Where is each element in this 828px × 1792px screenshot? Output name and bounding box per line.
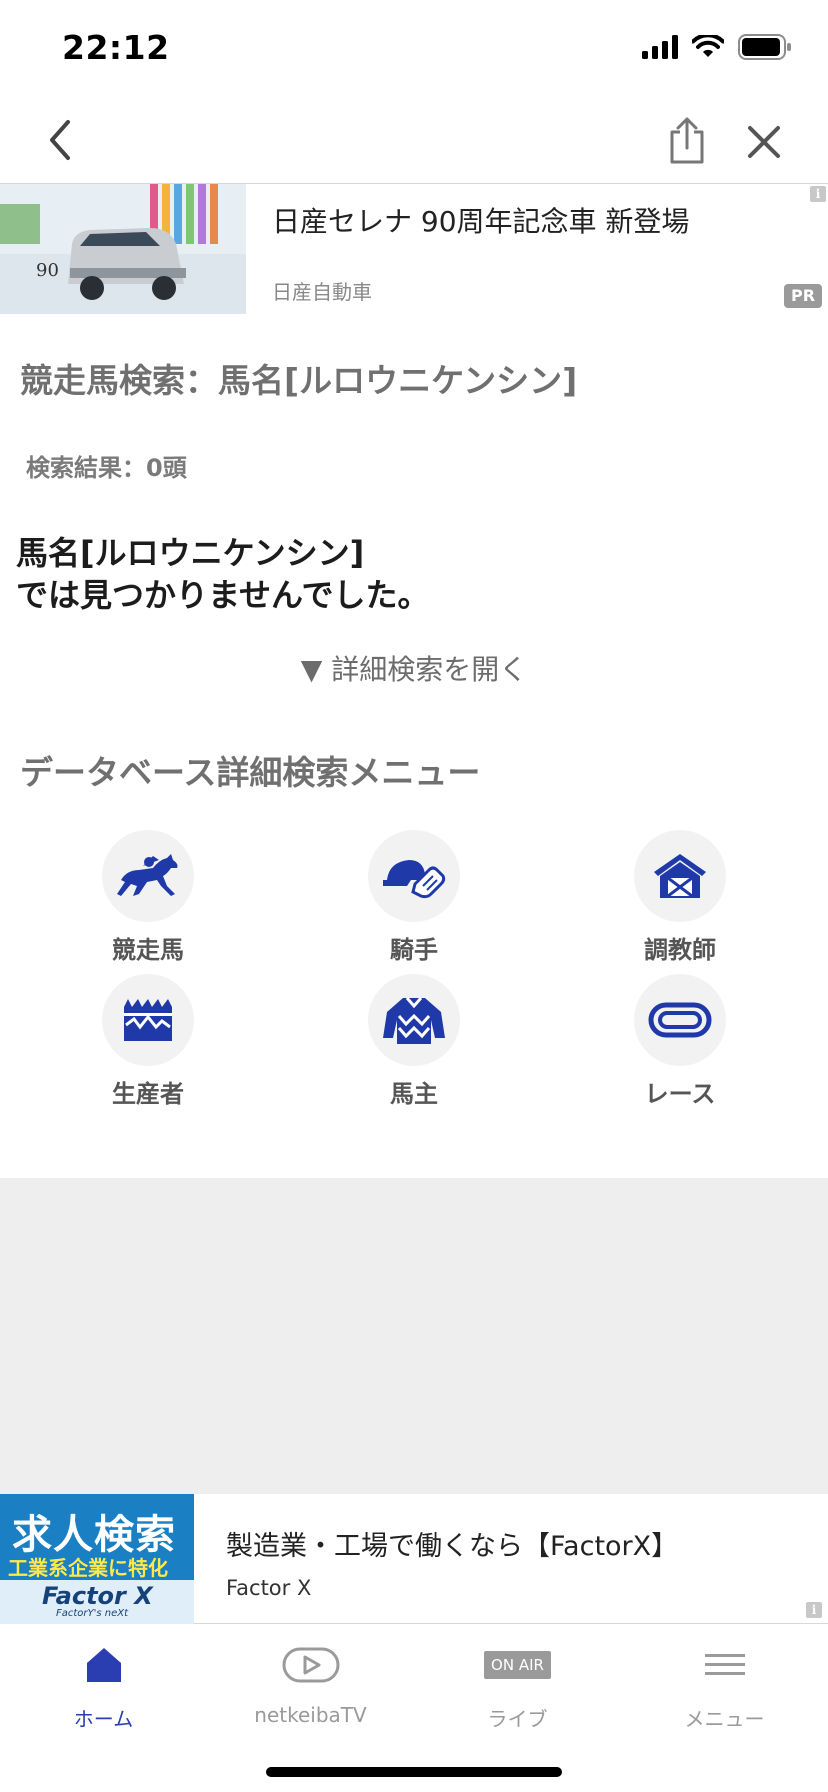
open-detail-search-toggle[interactable]: ▼ 詳細検索を開く	[0, 648, 828, 688]
db-item-label: 調教師	[644, 936, 716, 964]
tab-label: ホーム	[73, 1707, 134, 1731]
wifi-icon	[692, 35, 724, 57]
db-item-racehorse[interactable]: 競走馬	[58, 830, 238, 965]
tab-home[interactable]: ホーム	[0, 1641, 207, 1732]
home-indicator[interactable]	[266, 1767, 562, 1777]
db-item-jockey[interactable]: 騎手	[324, 830, 504, 965]
ad-thumb-sub: FactorY's neXt	[56, 1608, 129, 1619]
db-item-label: 生産者	[112, 1080, 184, 1108]
signal-icon	[642, 35, 678, 59]
tab-label: ライブ	[487, 1707, 548, 1731]
tab-menu[interactable]: メニュー	[621, 1641, 828, 1732]
car-illustration: 90	[0, 184, 246, 314]
menu-icon	[704, 1654, 745, 1675]
db-item-label: 競走馬	[112, 936, 184, 964]
share-icon	[670, 117, 704, 164]
share-button[interactable]	[664, 114, 710, 166]
silks-icon	[383, 997, 445, 1044]
db-item-race[interactable]: レース	[590, 974, 770, 1109]
page-title: 競走馬検索：馬名[ルロウニケンシン]	[20, 361, 578, 400]
top-ad-sponsor: 日産自動車	[272, 280, 372, 304]
stable-icon	[654, 854, 706, 898]
jockey-icon	[383, 860, 446, 899]
ad-thumb-mark: 90	[36, 260, 59, 281]
not-found-line-2: では見つかりませんでした。	[16, 576, 430, 614]
ad-info-icon[interactable]: i	[806, 1602, 822, 1618]
back-button[interactable]	[40, 114, 84, 166]
db-item-label: レース	[644, 1080, 716, 1108]
chevron-left-icon	[50, 120, 70, 160]
farm-icon	[124, 999, 172, 1041]
not-found-message: 馬名[ルロウニケンシン] では見つかりませんでした。	[16, 532, 429, 616]
battery-icon	[738, 34, 791, 60]
tab-netkeibatv[interactable]: netkeibaTV	[207, 1641, 414, 1727]
empty-content-area	[0, 1178, 828, 1494]
on-air-icon: ON AIR	[484, 1651, 551, 1679]
ad-thumb-brand: Factor X	[42, 1582, 153, 1610]
top-ad-banner[interactable]: 90 日産セレナ 90周年記念車 新登場 日産自動車 PR i	[0, 184, 828, 314]
db-item-trainer[interactable]: 調教師	[590, 830, 770, 965]
ad-info-icon[interactable]: i	[810, 186, 826, 202]
search-result-count: 検索結果：0頭	[26, 454, 187, 482]
ad-car-image: 90	[0, 184, 246, 314]
bottom-ad-sponsor: Factor X	[226, 1576, 312, 1600]
ad-factorx-image: 求人検索 工業系企業に特化 Factor X FactorY's neXt	[0, 1494, 194, 1624]
bottom-ad-title[interactable]: 製造業・工場で働くなら【FactorX】	[226, 1524, 678, 1563]
home-icon	[86, 1648, 121, 1682]
not-found-line-1: 馬名[ルロウニケンシン]	[16, 534, 365, 572]
status-time: 22:12	[62, 28, 170, 67]
play-icon	[282, 1647, 339, 1683]
status-bar: 22:12	[0, 0, 828, 96]
tab-label: メニュー	[684, 1707, 765, 1731]
close-button[interactable]	[744, 116, 784, 164]
db-item-owner[interactable]: 馬主	[324, 974, 504, 1109]
ad-thumb-tagline: 工業系企業に特化	[8, 1556, 168, 1580]
db-item-breeder[interactable]: 生産者	[58, 974, 238, 1109]
close-icon	[748, 126, 780, 158]
db-item-label: 騎手	[390, 936, 438, 964]
tab-live[interactable]: ON AIR ライブ	[414, 1641, 621, 1732]
status-icons	[642, 34, 792, 60]
database-menu-heading: データベース詳細検索メニュー	[20, 753, 481, 792]
bottom-ad-banner[interactable]: 求人検索 工業系企業に特化 Factor X FactorY's neXt 製造…	[0, 1494, 828, 1624]
racehorse-icon	[117, 854, 178, 896]
db-item-label: 馬主	[390, 1080, 438, 1108]
tab-label: netkeibaTV	[254, 1703, 367, 1727]
nav-bar	[0, 96, 828, 184]
racecourse-icon	[648, 1002, 712, 1038]
top-ad-title[interactable]: 日産セレナ 90周年記念車 新登場	[272, 200, 689, 240]
pr-badge: PR	[784, 284, 822, 308]
